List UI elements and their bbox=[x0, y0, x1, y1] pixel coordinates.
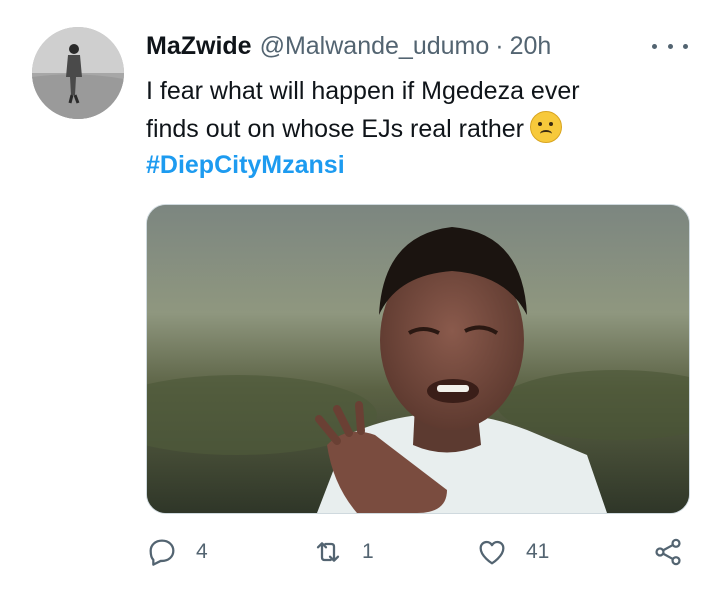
retweet-button[interactable]: 1 bbox=[312, 534, 374, 570]
separator-dot: · bbox=[495, 32, 504, 60]
heart-icon bbox=[479, 540, 505, 565]
tweet-text-line: I fear what will happen if Mgedeza ever bbox=[146, 77, 580, 105]
reply-button[interactable]: 4 bbox=[146, 534, 208, 570]
media-photo bbox=[147, 205, 689, 513]
author-handle[interactable]: @Malwande_udumo bbox=[260, 30, 490, 62]
woozy-face-emoji-icon bbox=[529, 111, 562, 143]
tweet-media-image[interactable] bbox=[146, 204, 690, 514]
more-options-button[interactable] bbox=[652, 36, 688, 56]
like-count: 41 bbox=[526, 540, 550, 563]
avatar-photo bbox=[32, 27, 124, 119]
tweet-header: MaZwide @Malwande_udumo · 20h bbox=[146, 30, 551, 62]
share-icon bbox=[655, 538, 681, 566]
author-name[interactable]: MaZwide bbox=[146, 30, 252, 62]
tweet-text-line-2: finds out on whose EJs real rather bbox=[146, 110, 676, 148]
tweet-actions-bar: 4 1 41 bbox=[146, 534, 688, 570]
tweet-timestamp[interactable]: 20h bbox=[510, 30, 552, 62]
like-button[interactable]: 41 bbox=[476, 534, 549, 570]
more-horizontal-icon bbox=[652, 43, 688, 49]
author-avatar[interactable] bbox=[32, 27, 124, 119]
hashtag-link[interactable]: #DiepCityMzansi bbox=[146, 146, 345, 184]
retweet-icon bbox=[316, 542, 340, 562]
tweet-text: I fear what will happen if Mgedeza ever … bbox=[146, 72, 676, 148]
reply-count: 4 bbox=[196, 540, 208, 563]
reply-icon bbox=[149, 539, 175, 566]
tweet-text-line: finds out on whose EJs real rather bbox=[146, 115, 524, 143]
retweet-count: 1 bbox=[362, 540, 374, 563]
share-button[interactable] bbox=[652, 534, 684, 570]
